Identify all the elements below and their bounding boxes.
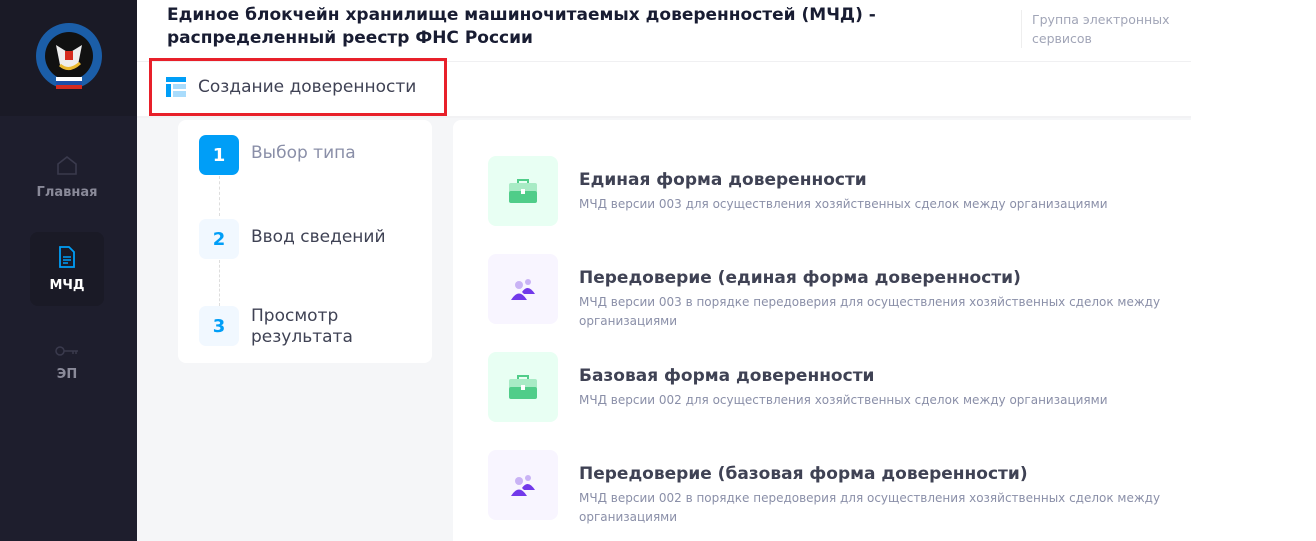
step-number: 3: [199, 306, 239, 346]
step-1[interactable]: 1 Выбор типа: [199, 135, 356, 175]
briefcase-icon: [488, 156, 558, 226]
header: Единое блокчейн хранилище машиночитаемых…: [137, 0, 1191, 62]
option-title: Передоверие (базовая форма доверенности): [579, 464, 1028, 484]
service-group-label: Группа электронных сервисов: [1021, 10, 1171, 48]
step-2[interactable]: 2 Ввод сведений: [199, 219, 386, 259]
option-description: МЧД версии 002 для осуществления хозяйст…: [579, 393, 1108, 407]
step-number: 1: [199, 135, 239, 175]
option-title: Передоверие (единая форма доверенности): [579, 268, 1021, 288]
sidebar-item-label: ЭП: [56, 366, 78, 382]
option-title: Базовая форма доверенности: [579, 366, 875, 386]
step-label: Выбор типа: [251, 143, 356, 163]
step-number: 2: [199, 219, 239, 259]
sidebar-item-ep[interactable]: ЭП: [30, 326, 104, 400]
home-icon: [57, 155, 77, 175]
sidebar-item-label: МЧД: [49, 277, 85, 293]
key-icon: [55, 345, 78, 356]
option-description: МЧД версии 003 для осуществления хозяйст…: [579, 197, 1108, 211]
sidebar-item-mchd[interactable]: МЧД: [30, 232, 104, 306]
stepper: 1 Выбор типа 2 Ввод сведений 3 Просмотр …: [178, 120, 432, 363]
option-description: МЧД версии 003 в порядке передоверия для…: [579, 295, 1161, 328]
breadcrumb: Создание доверенности: [149, 58, 447, 116]
sidebar: Главная МЧД ЭП: [0, 0, 137, 541]
options-panel: Единая форма доверенности МЧД версии 003 …: [453, 120, 1191, 541]
option-redelegation-basic[interactable]: Передоверие (базовая форма доверенности)…: [488, 450, 1169, 527]
fns-logo[interactable]: [0, 0, 137, 116]
breadcrumb-label: Создание доверенности: [198, 77, 417, 97]
step-connector: [219, 176, 220, 216]
users-icon: [488, 254, 558, 324]
step-connector: [219, 260, 220, 306]
step-label: Просмотр результата: [251, 306, 353, 347]
sidebar-item-home[interactable]: Главная: [30, 140, 104, 214]
fns-emblem-icon: [35, 23, 102, 89]
content-area: 1 Выбор типа 2 Ввод сведений 3 Просмотр …: [137, 118, 1191, 541]
briefcase-icon: [488, 352, 558, 422]
document-icon: [59, 245, 75, 268]
step-3[interactable]: 3 Просмотр результата: [199, 306, 371, 348]
page-title: Единое блокчейн хранилище машиночитаемых…: [167, 5, 876, 48]
layout-icon: [166, 77, 186, 97]
breadcrumb-bar: Создание доверенности: [137, 58, 1191, 118]
sidebar-item-label: Главная: [36, 184, 98, 200]
option-redelegation-unified[interactable]: Передоверие (единая форма доверенности) М…: [488, 254, 1169, 331]
option-unified-form[interactable]: Единая форма доверенности МЧД версии 003 …: [488, 156, 1169, 226]
option-description: МЧД версии 002 в порядке передоверия для…: [579, 491, 1161, 524]
users-icon: [488, 450, 558, 520]
option-title: Единая форма доверенности: [579, 170, 867, 190]
step-label: Ввод сведений: [251, 227, 386, 247]
option-basic-form[interactable]: Базовая форма доверенности МЧД версии 002…: [488, 352, 1169, 422]
